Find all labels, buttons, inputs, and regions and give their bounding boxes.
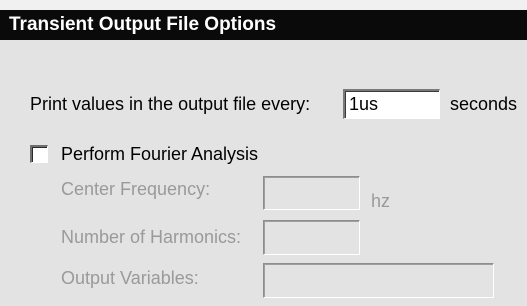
- dialog-title: Transient Output File Options: [0, 10, 527, 40]
- number-of-harmonics-input[interactable]: [263, 220, 360, 255]
- transient-output-file-options-dialog: Transient Output File Options Print valu…: [0, 0, 527, 306]
- number-of-harmonics-label: Number of Harmonics:: [61, 227, 242, 247]
- center-frequency-label: Center Frequency:: [61, 179, 211, 199]
- print-interval-label: Print values in the output file every:: [30, 94, 311, 114]
- fourier-analysis-label[interactable]: Perform Fourier Analysis: [61, 143, 258, 165]
- top-edge: [0, 0, 527, 10]
- center-frequency-input[interactable]: [263, 176, 360, 210]
- print-interval-input[interactable]: [343, 89, 440, 119]
- fourier-analysis-checkbox[interactable]: [30, 145, 48, 163]
- center-frequency-unit: hz: [371, 191, 391, 211]
- output-variables-label: Output Variables:: [61, 268, 199, 288]
- print-interval-unit: seconds: [450, 94, 518, 114]
- output-variables-input[interactable]: [263, 263, 494, 298]
